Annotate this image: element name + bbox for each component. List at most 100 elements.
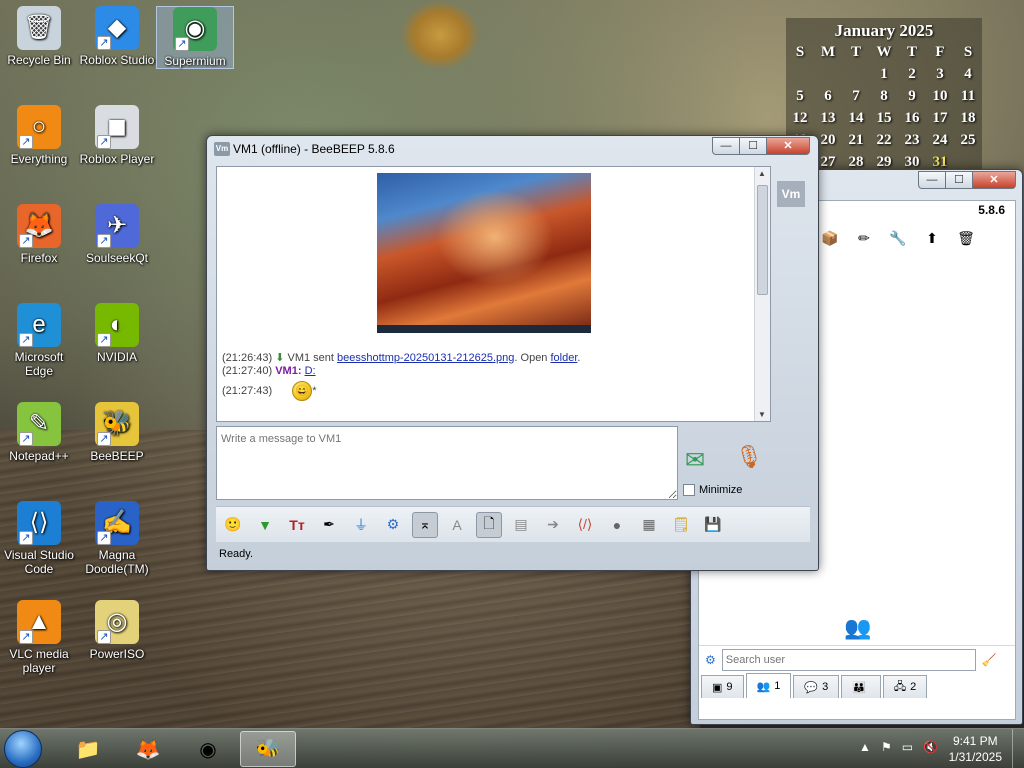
screenshot-icon[interactable]: ⌅ bbox=[412, 511, 438, 538]
desktop-icon-visual-studio-code[interactable]: ⟨⟩ ↗ Visual Studio Code bbox=[0, 501, 78, 576]
filter-icon[interactable]: ⏚ bbox=[348, 512, 374, 538]
calendar-day[interactable]: 23 bbox=[898, 129, 926, 151]
arrow-down-icon[interactable]: ▼ bbox=[252, 512, 278, 538]
file-transfer-icon[interactable]: 🗋 bbox=[476, 511, 502, 538]
emoticon-icon[interactable]: 🙂 bbox=[220, 512, 246, 538]
calendar-day[interactable]: 14 bbox=[842, 107, 870, 129]
box-icon[interactable]: 📦 bbox=[817, 225, 843, 251]
settings-icon[interactable]: ⚙ bbox=[705, 653, 716, 667]
calendar-day[interactable]: 12 bbox=[786, 107, 814, 129]
calendar-day[interactable]: 17 bbox=[926, 107, 954, 129]
network-icon[interactable]: ▭ bbox=[902, 740, 913, 754]
close-button[interactable]: ✕ bbox=[972, 171, 1016, 189]
calendar-day[interactable]: 21 bbox=[842, 129, 870, 151]
chat-scrollbar[interactable]: ▲ ▼ bbox=[754, 167, 770, 421]
desktop-icon-roblox-studio[interactable]: ◆ ↗ Roblox Studio bbox=[78, 6, 156, 67]
calendar-day[interactable]: 4 bbox=[954, 63, 982, 85]
maximize-button[interactable]: ☐ bbox=[945, 171, 972, 189]
calendar-day[interactable]: 9 bbox=[898, 85, 926, 107]
supermium-icon[interactable]: ◉ bbox=[180, 731, 236, 767]
action-center-flag-icon[interactable]: ⚑ bbox=[881, 740, 892, 754]
desktop-icon-firefox[interactable]: 🦊 ↗ Firefox bbox=[0, 204, 78, 265]
share-icon[interactable]: ⬆ bbox=[919, 225, 945, 251]
calendar-day[interactable]: 1 bbox=[870, 63, 898, 85]
save-icon[interactable]: 💾 bbox=[700, 512, 726, 538]
clock[interactable]: 9:41 PM 1/31/2025 bbox=[949, 733, 1002, 765]
desktop-icon-vlc-media-player[interactable]: ▲ ↗ VLC media player bbox=[0, 600, 78, 675]
calendar-day[interactable]: 11 bbox=[954, 85, 982, 107]
calendar-day[interactable]: 10 bbox=[926, 85, 954, 107]
calendar-day[interactable]: 7 bbox=[842, 85, 870, 107]
microphone-icon[interactable]: 🎙 bbox=[735, 444, 763, 476]
desktop-icon-recycle-bin[interactable]: 🗑 Recycle Bin bbox=[0, 6, 78, 67]
scroll-up-icon[interactable]: ▲ bbox=[758, 169, 766, 178]
desktop-icon-microsoft-edge[interactable]: e ↗ Microsoft Edge bbox=[0, 303, 78, 378]
message-input[interactable] bbox=[216, 426, 678, 500]
calendar-day[interactable]: 3 bbox=[926, 63, 954, 85]
desktop-icon-everything[interactable]: ○ ↗ Everything bbox=[0, 105, 78, 166]
show-hidden-icons-icon[interactable]: ▲ bbox=[859, 740, 871, 754]
calendar-day[interactable]: 5 bbox=[786, 85, 814, 107]
edit-icon[interactable]: ✏ bbox=[851, 225, 877, 251]
calendar-day[interactable]: 18 bbox=[954, 107, 982, 129]
search-user-input[interactable] bbox=[721, 648, 976, 671]
desktop-icon-beebeep[interactable]: 🐝 ↗ BeeBEEP bbox=[78, 402, 156, 463]
scroll-down-icon[interactable]: ▼ bbox=[758, 410, 766, 419]
minimize-button[interactable]: — bbox=[712, 137, 739, 155]
code-icon[interactable]: ⟨/⟩ bbox=[572, 512, 598, 538]
notes-icon[interactable]: 🗒 bbox=[668, 512, 694, 538]
calendar-day[interactable]: 8 bbox=[870, 85, 898, 107]
calendar-day[interactable]: 16 bbox=[898, 107, 926, 129]
tab-network[interactable]: 🖧 2 bbox=[882, 675, 928, 698]
explorer-icon[interactable]: 📁 bbox=[60, 731, 116, 767]
file-link[interactable]: beesshottmp-20250131-212625.png bbox=[337, 352, 514, 364]
message-text[interactable]: D: bbox=[305, 365, 316, 377]
desktop-icon-supermium[interactable]: ◉ ↗ Supermium bbox=[156, 6, 234, 69]
chat-window[interactable]: Vm VM1 (offline) - BeeBEEP 5.8.6 — ☐ ✕ (… bbox=[206, 135, 819, 571]
clear-search-icon[interactable]: 🧹 bbox=[982, 653, 997, 667]
tab-group[interactable]: 👪 bbox=[841, 675, 881, 698]
calendar-day[interactable]: 13 bbox=[814, 107, 842, 129]
show-desktop-button[interactable] bbox=[1012, 729, 1024, 768]
folder-link[interactable]: folder bbox=[550, 352, 577, 364]
tab-chat[interactable]: ▣ 9 bbox=[701, 675, 744, 698]
desktop-icon-notepad-[interactable]: ✎ ↗ Notepad++ bbox=[0, 402, 78, 463]
spell-check-icon[interactable]: A bbox=[444, 512, 470, 538]
volume-muted-icon[interactable]: 🔇 bbox=[923, 740, 938, 754]
desktop-icon-roblox-player[interactable]: ◼ ↗ Roblox Player bbox=[78, 105, 156, 166]
desktop-icon-nvidia[interactable]: ◐ ↗ NVIDIA bbox=[78, 303, 156, 364]
minimize-button[interactable]: — bbox=[918, 171, 945, 189]
calendar-day[interactable]: 22 bbox=[870, 129, 898, 151]
settings-icon[interactable]: ⚙ bbox=[380, 512, 406, 538]
desktop-icon-magna-doodle-tm-[interactable]: ✍ ↗ Magna Doodle(TM) bbox=[78, 501, 156, 576]
close-button[interactable]: ✕ bbox=[766, 137, 810, 155]
forward-icon[interactable]: ➔ bbox=[540, 512, 566, 538]
maximize-button[interactable]: ☐ bbox=[739, 137, 766, 155]
record-icon[interactable]: ● bbox=[604, 512, 630, 538]
chat-history[interactable]: (21:26:43) ⬇ VM1 sent beesshottmp-202501… bbox=[216, 166, 771, 422]
checkbox-box[interactable] bbox=[683, 484, 695, 496]
calendar-day[interactable]: 6 bbox=[814, 85, 842, 107]
tools-icon[interactable]: 🔧 bbox=[885, 225, 911, 251]
calendar-day[interactable]: 25 bbox=[954, 129, 982, 151]
calendar-day[interactable]: 15 bbox=[870, 107, 898, 129]
calendar-day[interactable]: 24 bbox=[926, 129, 954, 151]
beebeep-icon[interactable]: 🐝 bbox=[240, 731, 296, 767]
minimize-checkbox[interactable]: Minimize bbox=[683, 484, 742, 496]
font-icon[interactable]: Tт bbox=[284, 512, 310, 538]
scroll-thumb[interactable] bbox=[757, 185, 768, 295]
send-icon[interactable]: ✉ bbox=[685, 446, 719, 474]
start-button[interactable] bbox=[4, 730, 42, 768]
font-color-icon[interactable]: ✒ bbox=[316, 512, 342, 538]
tab-chat-groups[interactable]: 💬 3 bbox=[793, 675, 840, 698]
shared-screenshot-image[interactable] bbox=[377, 173, 591, 333]
chat-window-titlebar[interactable]: Vm VM1 (offline) - BeeBEEP 5.8.6 — ☐ ✕ bbox=[207, 136, 818, 160]
calendar-day[interactable]: 2 bbox=[898, 63, 926, 85]
firefox-icon[interactable]: 🦊 bbox=[120, 731, 176, 767]
tab-users[interactable]: 👥 1 bbox=[745, 673, 792, 698]
desktop-icon-poweriso[interactable]: ◎ ↗ PowerISO bbox=[78, 600, 156, 661]
trash-icon[interactable]: 🗑 bbox=[953, 225, 979, 251]
calendar-icon[interactable]: ▦ bbox=[636, 512, 662, 538]
document-icon[interactable]: ▤ bbox=[508, 512, 534, 538]
desktop-icon-soulseekqt[interactable]: ✈ ↗ SoulseekQt bbox=[78, 204, 156, 265]
